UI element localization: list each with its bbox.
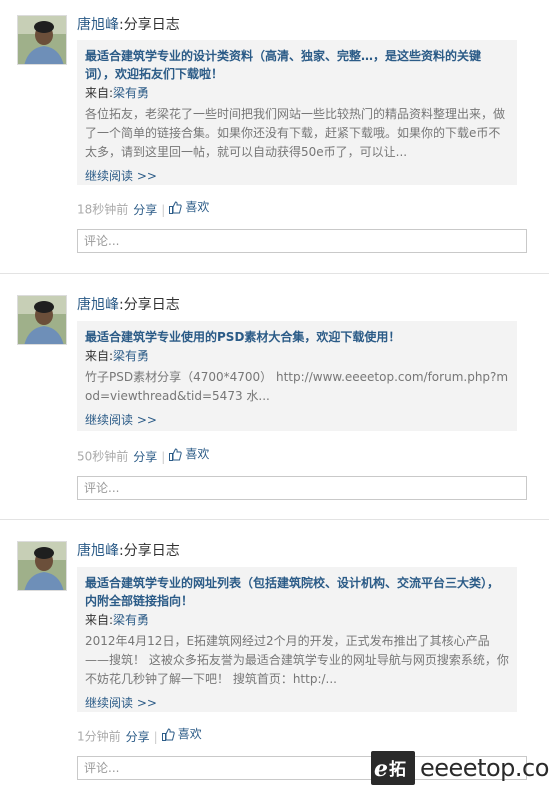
item-header: 唐旭峰:分享日志	[77, 542, 180, 560]
like-button[interactable]: 喜欢	[161, 726, 202, 742]
like-button[interactable]: 喜欢	[169, 199, 209, 215]
source-line: 来自:梁有勇	[85, 611, 509, 629]
like-label: 喜欢	[185, 200, 210, 214]
from-label: 来自:	[85, 613, 114, 627]
avatar-photo	[18, 296, 66, 344]
item-actions: 50秒钟前 分享 | 喜欢	[77, 446, 209, 465]
action-label: :分享日志	[119, 17, 180, 33]
item-header: 唐旭峰:分享日志	[77, 16, 180, 34]
share-link[interactable]: 分享	[133, 203, 157, 217]
avatar[interactable]	[17, 295, 67, 345]
thumbs-up-icon	[161, 727, 175, 741]
feed-item: 唐旭峰:分享日志 最适合建筑学专业的设计类资料（高清、独家、完整…，是这些资料的…	[0, 0, 549, 273]
blog-excerpt: 各位拓友，老梁花了一些时间把我们网站一些比较热门的精品资料整理出来，做了一个简单…	[85, 107, 506, 159]
comment-input[interactable]	[77, 476, 527, 500]
author-link[interactable]: 唐旭峰	[77, 17, 119, 33]
share-link[interactable]: 分享	[126, 730, 150, 744]
source-author-link[interactable]: 梁有勇	[113, 86, 149, 100]
blog-excerpt: 2012年4月12日，E拓建筑网经过2个月的开发，正式发布推出了其核心产品——搜…	[85, 634, 509, 686]
blog-title-link[interactable]: 最适合建筑学专业的网址列表（包括建筑院校、设计机构、交流平台三大类），内附全部链…	[85, 574, 509, 610]
watermark-logo-mark: e 拓	[374, 756, 406, 782]
separator: |	[153, 729, 158, 744]
read-more-link[interactable]: 继续阅读 >>	[85, 694, 157, 712]
source-line: 来自:梁有勇	[85, 347, 509, 365]
feed-item: 唐旭峰:分享日志 最适合建筑学专业使用的PSD素材大合集，欢迎下载使用！ 来自:…	[0, 273, 549, 519]
like-button[interactable]: 喜欢	[169, 446, 209, 462]
shared-blog-card: 最适合建筑学专业的设计类资料（高清、独家、完整…，是这些资料的关键词），欢迎拓友…	[77, 40, 517, 185]
avatar-photo	[18, 16, 66, 64]
shared-blog-card: 最适合建筑学专业的网址列表（包括建筑院校、设计机构、交流平台三大类），内附全部链…	[77, 567, 517, 712]
blog-title-link[interactable]: 最适合建筑学专业使用的PSD素材大合集，欢迎下载使用！	[85, 328, 509, 346]
source-author-link[interactable]: 梁有勇	[113, 349, 149, 363]
source-line: 来自:梁有勇	[85, 84, 509, 102]
read-more-link[interactable]: 继续阅读 >>	[85, 411, 157, 429]
action-label: :分享日志	[119, 543, 180, 559]
source-author-link[interactable]: 梁有勇	[113, 613, 149, 627]
action-label: :分享日志	[119, 297, 180, 313]
author-link[interactable]: 唐旭峰	[77, 297, 119, 313]
avatar-photo	[18, 542, 66, 590]
avatar[interactable]	[17, 541, 67, 591]
item-header: 唐旭峰:分享日志	[77, 296, 180, 314]
like-label: 喜欢	[177, 727, 202, 741]
separator: |	[161, 449, 166, 464]
like-label: 喜欢	[185, 447, 210, 461]
item-actions: 18秒钟前 分享 | 喜欢	[77, 199, 209, 218]
shared-blog-card: 最适合建筑学专业使用的PSD素材大合集，欢迎下载使用！ 来自:梁有勇 竹子PSD…	[77, 321, 517, 431]
svg-text:e: e	[374, 756, 388, 782]
from-label: 来自:	[85, 349, 114, 363]
timestamp: 1分钟前	[77, 729, 121, 744]
separator: |	[161, 202, 166, 217]
item-actions: 1分钟前 分享 | 喜欢	[77, 726, 202, 745]
thumbs-up-icon	[169, 447, 183, 461]
share-link[interactable]: 分享	[133, 450, 157, 464]
blog-excerpt: 竹子PSD素材分享（4700*4700） http://www.eeeetop.…	[85, 370, 509, 403]
blog-title-link[interactable]: 最适合建筑学专业的设计类资料（高清、独家、完整…，是这些资料的关键词），欢迎拓友…	[85, 47, 509, 83]
author-link[interactable]: 唐旭峰	[77, 543, 119, 559]
svg-text:拓: 拓	[389, 760, 406, 780]
watermark-site-text: eeeetop.com	[420, 754, 549, 782]
comment-input[interactable]	[77, 229, 527, 253]
site-watermark: e 拓 eeeetop.com	[371, 750, 549, 786]
thumbs-up-icon	[169, 200, 183, 214]
watermark-logo: e 拓	[371, 751, 415, 785]
timestamp: 50秒钟前	[77, 449, 129, 464]
timestamp: 18秒钟前	[77, 202, 129, 217]
read-more-link[interactable]: 继续阅读 >>	[85, 167, 157, 185]
from-label: 来自:	[85, 86, 114, 100]
feed-item: 唐旭峰:分享日志 最适合建筑学专业的网址列表（包括建筑院校、设计机构、交流平台三…	[0, 519, 549, 789]
avatar[interactable]	[17, 15, 67, 65]
